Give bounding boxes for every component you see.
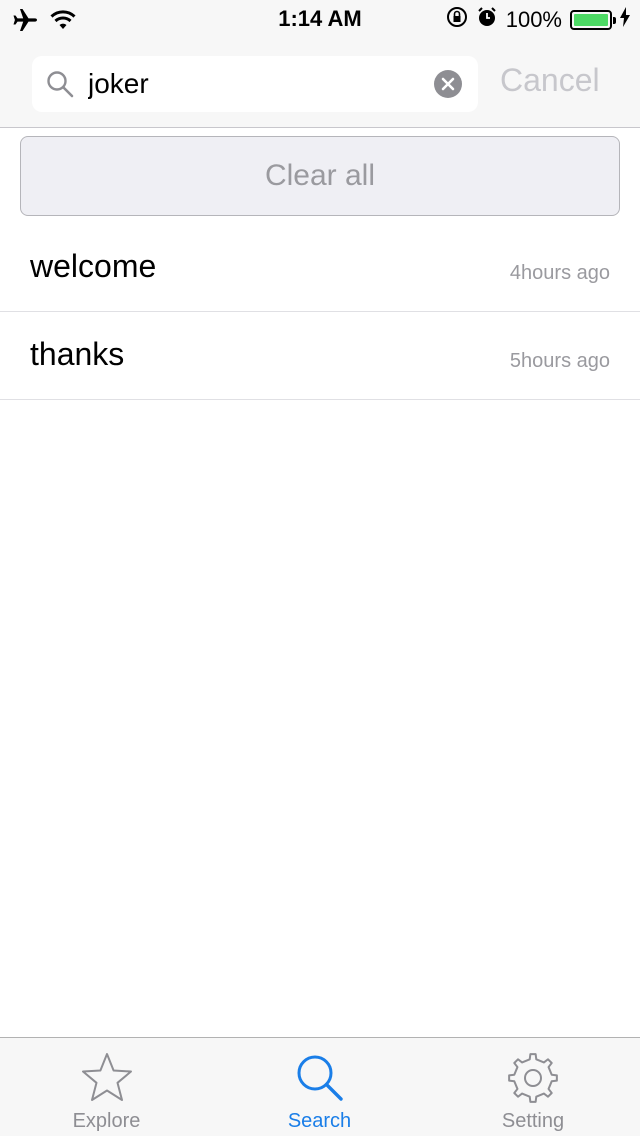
tab-setting[interactable]: Setting	[426, 1038, 640, 1137]
rotation-lock-icon	[446, 6, 468, 34]
search-icon	[297, 1055, 343, 1101]
status-bar: 1:14 AM 100%	[0, 0, 640, 40]
list-item[interactable]: thanks 5hours ago	[0, 312, 640, 400]
history-list: welcome 4hours ago thanks 5hours ago	[0, 224, 640, 400]
charging-icon	[620, 7, 630, 33]
battery-percent: 100%	[505, 7, 562, 32]
tab-bar: Explore Search Setting	[0, 1037, 640, 1136]
battery-fill	[574, 14, 608, 26]
search-header: Cancel	[0, 40, 640, 128]
history-term: welcome	[30, 248, 157, 284]
list-item[interactable]: welcome 4hours ago	[0, 224, 640, 312]
gear-icon	[508, 1053, 558, 1103]
history-time: 4hours ago	[509, 262, 610, 284]
battery-icon	[570, 10, 616, 30]
search-box[interactable]	[32, 56, 478, 112]
tab-explore[interactable]: Explore	[0, 1038, 213, 1137]
search-input[interactable]	[88, 64, 448, 104]
cancel-button[interactable]: Cancel	[500, 62, 600, 99]
history-term: thanks	[30, 336, 125, 372]
tab-label: Explore	[72, 1110, 141, 1132]
clear-all-button[interactable]: Clear all	[20, 136, 620, 216]
tab-label: Search	[287, 1110, 352, 1132]
status-right: 100%	[446, 6, 630, 34]
alarm-icon	[476, 6, 498, 34]
clear-text-icon[interactable]	[434, 70, 462, 98]
search-icon	[46, 70, 74, 103]
history-time: 5hours ago	[509, 350, 610, 372]
tab-search[interactable]: Search	[213, 1038, 426, 1137]
tab-label: Setting	[501, 1110, 565, 1132]
star-icon	[81, 1053, 132, 1101]
